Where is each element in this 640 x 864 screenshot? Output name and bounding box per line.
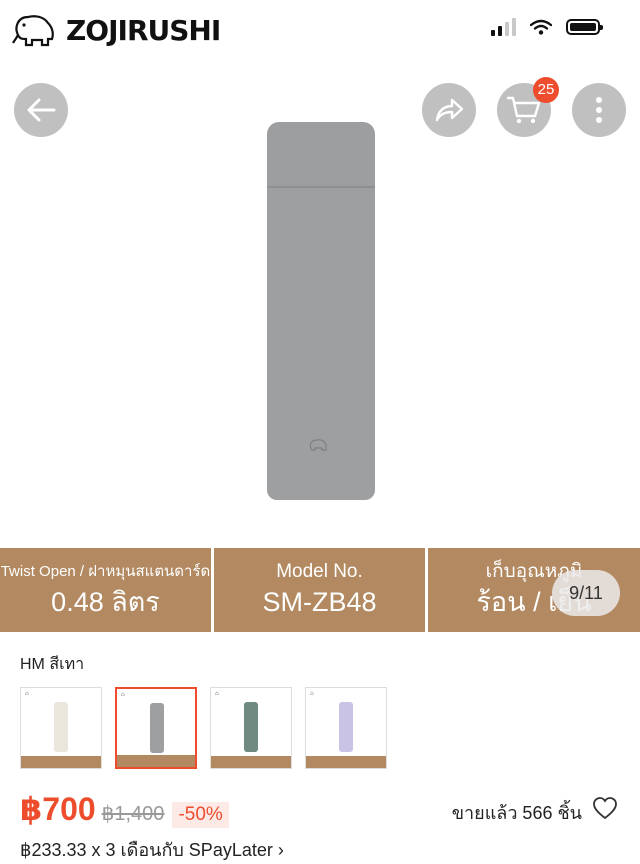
elephant-logo-icon	[12, 15, 54, 47]
bottle-body	[267, 186, 375, 500]
signal-icon	[491, 18, 516, 36]
variant-option[interactable]: ⌂	[210, 687, 292, 769]
gallery-pager: 9/11	[552, 570, 620, 616]
chevron-right-icon: ›	[277, 840, 284, 860]
battery-icon	[566, 19, 603, 35]
selected-variant-label: HM สีเทา	[20, 656, 85, 673]
heart-icon[interactable]	[592, 796, 618, 820]
status-bar	[491, 18, 603, 36]
battery-level	[570, 23, 596, 31]
thumb-bottle	[150, 703, 164, 753]
brand-name: ZOJIRUSHI	[66, 13, 221, 47]
cart-count-badge: 25	[533, 77, 559, 103]
current-price: ฿700	[20, 791, 96, 827]
thumb-logo-icon: ⌂	[310, 691, 314, 697]
original-price: ฿1,400	[101, 803, 165, 825]
product-image-gallery[interactable]: ZOJIRUSHI 25	[0, 0, 640, 548]
spec-model-value: SM-ZB48	[262, 587, 377, 617]
installment-link[interactable]: ฿233.33 x 3 เดือนกับ SPayLater ›	[20, 835, 284, 864]
spec-banner: Twist Open / ฝาหมุนสแตนดาร์ด 0.48 ลิตร M…	[0, 548, 640, 632]
spec-model-label: Model No.	[276, 561, 363, 582]
wifi-icon	[530, 19, 552, 35]
sold-count: ขายแล้ว 566 ชิ้น	[451, 803, 582, 823]
thumb-bottle	[244, 702, 258, 752]
bottle-cap	[267, 122, 375, 188]
share-button[interactable]	[422, 83, 476, 137]
thumb-logo-icon: ⌂	[25, 691, 29, 697]
variant-option-selected[interactable]: ⌂	[115, 687, 197, 769]
spec-capacity: Twist Open / ฝาหมุนสแตนดาร์ด 0.48 ลิตร	[0, 548, 211, 632]
product-image	[267, 122, 375, 500]
thumb-logo-icon: ⌂	[121, 692, 125, 698]
arrow-left-icon	[27, 98, 56, 122]
back-button[interactable]	[14, 83, 68, 137]
discount-badge: -50%	[172, 802, 229, 828]
brand-logo: ZOJIRUSHI	[12, 10, 221, 50]
cart-button[interactable]: 25	[497, 77, 559, 137]
variant-option[interactable]: ⌂	[20, 687, 102, 769]
cart-icon	[507, 96, 541, 124]
more-options-button[interactable]	[572, 83, 626, 137]
spec-capacity-value: 0.48 ลิตร	[51, 587, 160, 617]
variant-option[interactable]: ⌂	[305, 687, 387, 769]
thumb-logo-icon: ⌂	[215, 691, 219, 697]
thumb-bottle	[54, 702, 68, 752]
share-icon	[435, 98, 464, 122]
spec-model: Model No. SM-ZB48	[214, 548, 425, 632]
thumb-bottle	[339, 702, 353, 752]
spec-capacity-label: Twist Open / ฝาหมุนสแตนดาร์ด	[0, 563, 211, 580]
installment-text: ฿233.33 x 3 เดือนกับ SPayLater	[20, 840, 273, 860]
bottle-logo-icon	[309, 439, 327, 451]
more-vertical-icon	[596, 97, 602, 123]
variant-thumbnails: ⌂ ⌂ ⌂ ⌂	[20, 687, 387, 769]
price-row: ฿700 ฿1,400 -50%	[20, 790, 229, 828]
